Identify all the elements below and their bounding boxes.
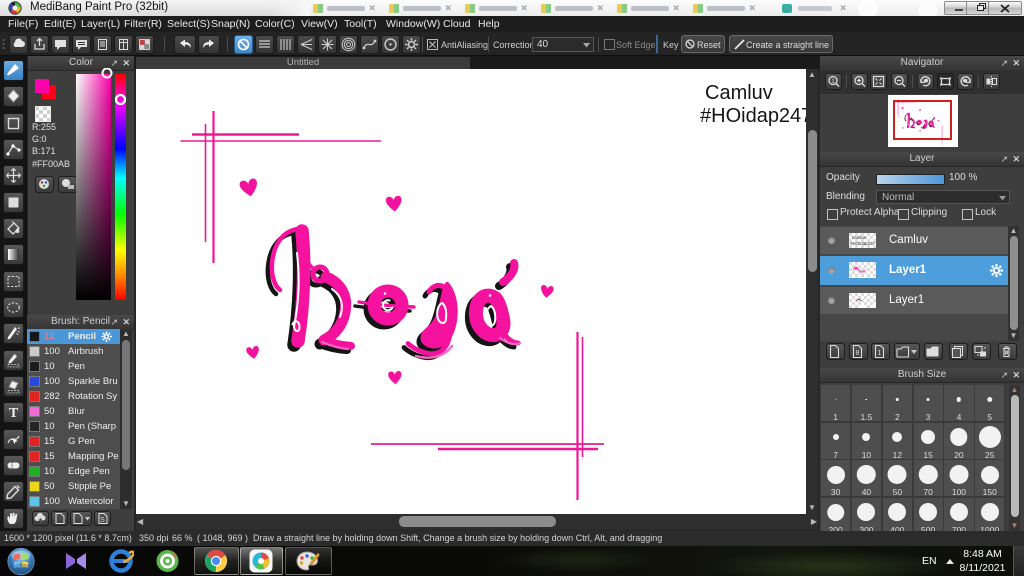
svg-text:1: 1 [831, 78, 835, 85]
svg-text:camluv: camluv [852, 235, 867, 240]
svg-text:S: S [100, 517, 105, 524]
svg-text:8: 8 [856, 350, 860, 357]
svg-text:#HOidap247: #HOidap247 [850, 241, 876, 246]
svg-text:T: T [9, 406, 19, 421]
svg-text:1: 1 [878, 350, 882, 357]
